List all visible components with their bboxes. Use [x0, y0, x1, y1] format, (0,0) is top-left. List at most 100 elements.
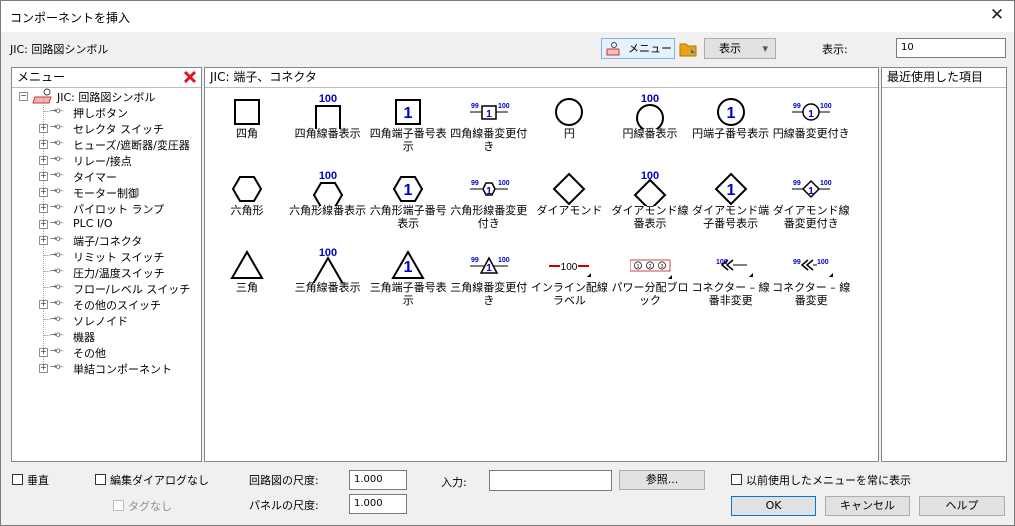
ok-button[interactable]: OK: [731, 496, 816, 516]
svg-text:1: 1: [404, 182, 413, 199]
schematic-scale-label: 回路図の尺度:: [249, 474, 319, 487]
recent-panel: 最近使用した項目: [881, 67, 1007, 462]
symbol-caption: 四角線番表示: [294, 127, 361, 140]
symbol-caption: 四角端子番号表示: [369, 127, 447, 153]
symbol-item[interactable]: 1 六角形端子番号表示: [368, 167, 448, 245]
input-label: 入力:: [441, 476, 467, 489]
svg-text:100: 100: [498, 103, 510, 110]
diamond-symbol-icon: 100: [633, 170, 667, 206]
symbol-item[interactable]: 1 円端子番号表示: [691, 90, 771, 168]
collapse-icon[interactable]: −: [19, 92, 28, 101]
wire-node-icon: →o–: [50, 250, 64, 259]
connector-change-symbol-icon: 99 100: [793, 259, 834, 277]
menu-button[interactable]: メニュー: [601, 38, 675, 59]
symbol-item[interactable]: 100 四角線番表示: [288, 90, 368, 168]
tree-item-label: リレー/接点: [73, 155, 132, 168]
symbol-item[interactable]: 100 インライン配線ラベル: [529, 244, 609, 322]
menu-tree-icon: [605, 41, 621, 63]
connector-symbol-icon: 100: [716, 259, 753, 277]
wire-node-icon: →o–: [50, 170, 64, 179]
expand-icon[interactable]: +: [39, 188, 48, 197]
circle-symbol-icon: 100: [636, 93, 664, 129]
wire-node-icon: →o–: [50, 138, 64, 147]
expand-icon[interactable]: +: [39, 156, 48, 165]
svg-text:100: 100: [641, 93, 659, 105]
triangle-symbol-icon: 100: [312, 247, 344, 283]
folder-icon[interactable]: [678, 39, 698, 59]
library-label: JIC: 回路図シンボル: [10, 43, 109, 56]
symbol-caption: 四角: [236, 127, 258, 140]
panel-scale-label: パネルの尺度:: [249, 499, 319, 512]
power-block-symbol-icon: 1 2 3: [630, 259, 672, 279]
svg-text:1: 1: [486, 263, 492, 274]
symbol-item[interactable]: 1 三角端子番号表示: [368, 244, 448, 322]
panel-scale-input[interactable]: 1.000: [349, 494, 407, 514]
no-tag-checkbox[interactable]: [113, 500, 124, 511]
view-button[interactable]: 表示 ▾: [704, 38, 776, 59]
symbol-item[interactable]: 99 100 コネクター – 線番変更: [771, 244, 851, 322]
svg-text:99: 99: [793, 103, 801, 110]
expand-icon[interactable]: +: [39, 140, 48, 149]
expand-icon[interactable]: +: [39, 236, 48, 245]
symbol-item[interactable]: 四角: [207, 90, 287, 168]
symbol-item[interactable]: 1 ダイアモンド端子番号表示: [691, 167, 771, 245]
symbol-item[interactable]: 1 四角端子番号表示: [368, 90, 448, 168]
expand-icon[interactable]: +: [39, 220, 48, 229]
svg-text:99: 99: [471, 257, 479, 264]
insert-component-dialog: コンポーネントを挿入 ✕ JIC: 回路図シンボル メニュー 表示 ▾ 表示: …: [0, 0, 1015, 526]
tree-item-label: セレクタ スイッチ: [73, 123, 165, 136]
symbol-item[interactable]: 99 100 1 四角線番変更付き: [449, 90, 529, 168]
symbol-item[interactable]: 100 円線番表示: [610, 90, 690, 168]
svg-text:99: 99: [471, 180, 479, 187]
tree-item-label: モーター制御: [73, 187, 139, 200]
symbol-item[interactable]: 99 100 1 円線番変更付き: [771, 90, 851, 168]
wire-node-icon: →o–: [50, 362, 64, 371]
symbol-item[interactable]: 円: [529, 90, 609, 168]
svg-text:100: 100: [817, 259, 829, 266]
expand-icon[interactable]: +: [39, 348, 48, 357]
display-count-input[interactable]: 10: [896, 38, 1006, 58]
symbol-item[interactable]: 100 コネクター – 線番非変更: [691, 244, 771, 322]
symbol-item[interactable]: ダイアモンド: [529, 167, 609, 245]
tree-item-label: フロー/レベル スイッチ: [73, 283, 191, 296]
display-label: 表示:: [822, 43, 848, 56]
always-show-menu-checkbox[interactable]: [731, 474, 742, 485]
expand-icon[interactable]: +: [39, 300, 48, 309]
symbol-caption: ダイアモンド端子番号表示: [692, 204, 770, 230]
svg-text:1: 1: [726, 105, 735, 122]
symbol-item[interactable]: 99 100 1 六角形線番変更付き: [449, 167, 529, 245]
schematic-scale-input[interactable]: 1.000: [349, 470, 407, 490]
title-bar: コンポーネントを挿入 ✕: [1, 1, 1014, 32]
vertical-checkbox[interactable]: [12, 474, 23, 485]
symbol-item[interactable]: 1 2 3 パワー分配ブロック: [610, 244, 690, 322]
expand-icon[interactable]: +: [39, 364, 48, 373]
cancel-button[interactable]: キャンセル: [825, 496, 910, 516]
symbol-caption: 六角形: [230, 204, 264, 217]
symbol-item[interactable]: 100 三角線番表示: [288, 244, 368, 322]
expand-icon[interactable]: +: [39, 124, 48, 133]
input-field[interactable]: [489, 470, 612, 491]
symbol-item[interactable]: 99 100 1 ダイアモンド線番変更付き: [771, 167, 851, 245]
symbol-caption: 六角形線番表示: [289, 204, 367, 217]
hexagon-symbol-icon: 1: [393, 176, 424, 202]
wire-node-icon: →o–: [50, 186, 64, 195]
wire-node-icon: →o–: [50, 218, 64, 227]
no-edit-dialog-checkbox[interactable]: [95, 474, 106, 485]
close-icon[interactable]: ✕: [986, 4, 1008, 26]
symbol-caption: ダイアモンド: [536, 204, 603, 217]
symbol-item[interactable]: 100 六角形線番表示: [288, 167, 368, 245]
wire-node-icon: →o–: [50, 314, 64, 323]
help-button[interactable]: ヘルプ: [919, 496, 1005, 516]
symbol-item[interactable]: 三角: [207, 244, 287, 322]
tree-item-label: リミット スイッチ: [73, 251, 165, 264]
close-menu-icon[interactable]: [183, 70, 197, 84]
svg-text:100: 100: [318, 170, 336, 182]
wire-node-icon: →o–: [50, 202, 64, 211]
symbol-item[interactable]: 100 ダイアモンド線番表示: [610, 167, 690, 245]
expand-icon[interactable]: +: [39, 204, 48, 213]
symbol-item[interactable]: 99 100 1 三角線番変更付き: [449, 244, 529, 322]
symbol-item[interactable]: 六角形: [207, 167, 287, 245]
browse-button[interactable]: 参照...: [619, 470, 705, 490]
expand-icon[interactable]: +: [39, 172, 48, 181]
wire-node-icon: →o–: [50, 154, 64, 163]
